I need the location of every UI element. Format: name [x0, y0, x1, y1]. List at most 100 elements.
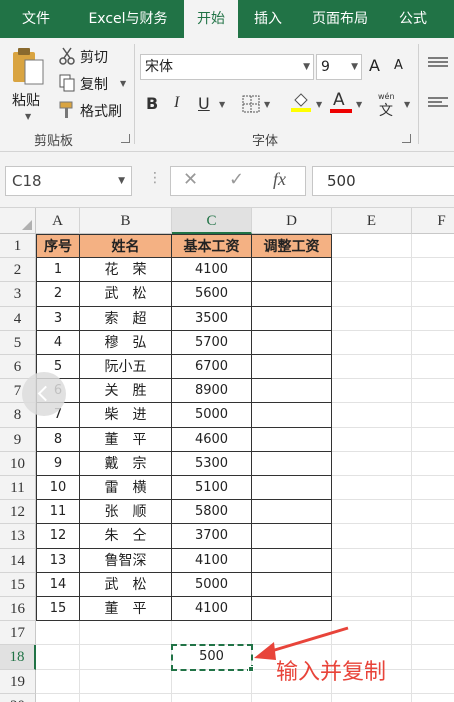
- row-header-3[interactable]: 3: [0, 282, 36, 307]
- cell-c14[interactable]: 4100: [172, 548, 252, 573]
- cell-d16[interactable]: [252, 597, 332, 622]
- cell-b2[interactable]: 花 荣: [80, 258, 172, 283]
- cell-c5[interactable]: 5700: [172, 330, 252, 355]
- border-icon[interactable]: [242, 95, 260, 113]
- cell-b6[interactable]: 阮小五: [80, 355, 172, 380]
- cell-e7[interactable]: [332, 379, 412, 404]
- cell-f12[interactable]: [412, 500, 454, 525]
- cell-a14[interactable]: 13: [36, 548, 80, 573]
- cell-a5[interactable]: 4: [36, 330, 80, 355]
- cell-d3[interactable]: [252, 282, 332, 307]
- cell-e6[interactable]: [332, 355, 412, 380]
- copy-button[interactable]: 复制 ▼: [56, 73, 136, 95]
- cell-e16[interactable]: [332, 597, 412, 622]
- cell-c16[interactable]: 4100: [172, 597, 252, 622]
- column-header-b[interactable]: B: [80, 208, 172, 234]
- cell-d1[interactable]: 调整工资: [252, 234, 332, 259]
- cell-c19[interactable]: [172, 669, 252, 694]
- cell-f19[interactable]: [412, 670, 454, 694]
- cell-b10[interactable]: 戴 宗: [80, 451, 172, 476]
- cell-c1[interactable]: 基本工资: [172, 234, 252, 259]
- cell-e3[interactable]: [332, 282, 412, 307]
- phonetic-button[interactable]: wén 文: [376, 92, 400, 119]
- cell-b12[interactable]: 张 顺: [80, 500, 172, 525]
- cell-a20[interactable]: [36, 693, 80, 702]
- row-header-1[interactable]: 1: [0, 234, 36, 259]
- cell-f10[interactable]: [412, 452, 454, 476]
- cell-d13[interactable]: [252, 524, 332, 549]
- row-header-9[interactable]: 9: [0, 427, 36, 452]
- format-painter-button[interactable]: 格式刷: [56, 100, 136, 122]
- row-header-17[interactable]: 17: [0, 621, 36, 646]
- cell-b13[interactable]: 朱 仝: [80, 524, 172, 549]
- cell-c20[interactable]: [172, 693, 252, 702]
- cell-c6[interactable]: 6700: [172, 355, 252, 380]
- cell-b11[interactable]: 雷 横: [80, 476, 172, 501]
- row-header-13[interactable]: 13: [0, 524, 36, 549]
- row-header-14[interactable]: 14: [0, 548, 36, 573]
- italic-button[interactable]: I: [174, 94, 179, 112]
- cell-e9[interactable]: [332, 427, 412, 452]
- cell-d2[interactable]: [252, 258, 332, 283]
- cell-b4[interactable]: 索 超: [80, 306, 172, 331]
- name-box[interactable]: C18 ▼: [5, 166, 132, 196]
- cell-c7[interactable]: 8900: [172, 379, 252, 404]
- cell-f9[interactable]: [412, 428, 454, 452]
- row-header-15[interactable]: 15: [0, 572, 36, 597]
- cell-a19[interactable]: [36, 669, 80, 694]
- cell-e2[interactable]: [332, 258, 412, 283]
- tab-excel-finance[interactable]: Excel与财务: [78, 0, 178, 38]
- cell-c13[interactable]: 3700: [172, 524, 252, 549]
- cell-f14[interactable]: [412, 549, 454, 573]
- cell-b15[interactable]: 武 松: [80, 572, 172, 597]
- cell-a16[interactable]: 15: [36, 597, 80, 622]
- cell-f8[interactable]: [412, 403, 454, 428]
- cell-b16[interactable]: 董 平: [80, 597, 172, 622]
- cell-a10[interactable]: 9: [36, 451, 80, 476]
- cell-d9[interactable]: [252, 427, 332, 452]
- cell-f15[interactable]: [412, 573, 454, 597]
- select-all-corner[interactable]: [0, 208, 36, 234]
- cell-f18[interactable]: [412, 645, 454, 670]
- align-left-icon[interactable]: [428, 96, 448, 110]
- cell-f2[interactable]: [412, 258, 454, 283]
- cell-a1[interactable]: 序号: [36, 234, 80, 259]
- fill-color-dropdown-icon[interactable]: ▼: [316, 100, 322, 109]
- worksheet-grid[interactable]: ABCDEF 1234567891011121314151617181920 序…: [0, 208, 454, 702]
- font-color-button[interactable]: A: [330, 90, 352, 114]
- cell-a4[interactable]: 3: [36, 306, 80, 331]
- column-header-d[interactable]: D: [252, 208, 332, 234]
- more-options-icon[interactable]: ⋮: [148, 170, 162, 186]
- cell-a2[interactable]: 1: [36, 258, 80, 283]
- cell-e12[interactable]: [332, 500, 412, 525]
- tab-page-layout[interactable]: 页面布局: [300, 0, 380, 38]
- insert-function-icon[interactable]: fx: [273, 169, 286, 190]
- cell-b1[interactable]: 姓名: [80, 234, 172, 259]
- cell-e10[interactable]: [332, 451, 412, 476]
- cell-d4[interactable]: [252, 306, 332, 331]
- cell-d15[interactable]: [252, 572, 332, 597]
- cell-f20[interactable]: [412, 694, 454, 702]
- cell-b14[interactable]: 鲁智深: [80, 548, 172, 573]
- cell-f13[interactable]: [412, 524, 454, 549]
- cell-e14[interactable]: [332, 548, 412, 573]
- cell-f1[interactable]: [412, 234, 454, 259]
- cell-d5[interactable]: [252, 330, 332, 355]
- cell-b7[interactable]: 关 胜: [80, 379, 172, 404]
- font-launcher-icon[interactable]: [402, 134, 411, 143]
- copy-dropdown-icon[interactable]: ▼: [120, 79, 126, 88]
- cell-b20[interactable]: [80, 693, 172, 702]
- cell-c15[interactable]: 5000: [172, 572, 252, 597]
- enter-icon[interactable]: ✓: [229, 169, 244, 190]
- cell-c3[interactable]: 5600: [172, 282, 252, 307]
- cell-e11[interactable]: [332, 476, 412, 501]
- column-header-c[interactable]: C: [172, 208, 252, 234]
- row-header-11[interactable]: 11: [0, 476, 36, 501]
- cell-d11[interactable]: [252, 476, 332, 501]
- cell-b5[interactable]: 穆 弘: [80, 330, 172, 355]
- cell-c17[interactable]: [172, 621, 252, 646]
- cell-f17[interactable]: [412, 621, 454, 646]
- grow-font-button[interactable]: A: [369, 56, 380, 75]
- cell-f16[interactable]: [412, 597, 454, 622]
- cell-a15[interactable]: 14: [36, 572, 80, 597]
